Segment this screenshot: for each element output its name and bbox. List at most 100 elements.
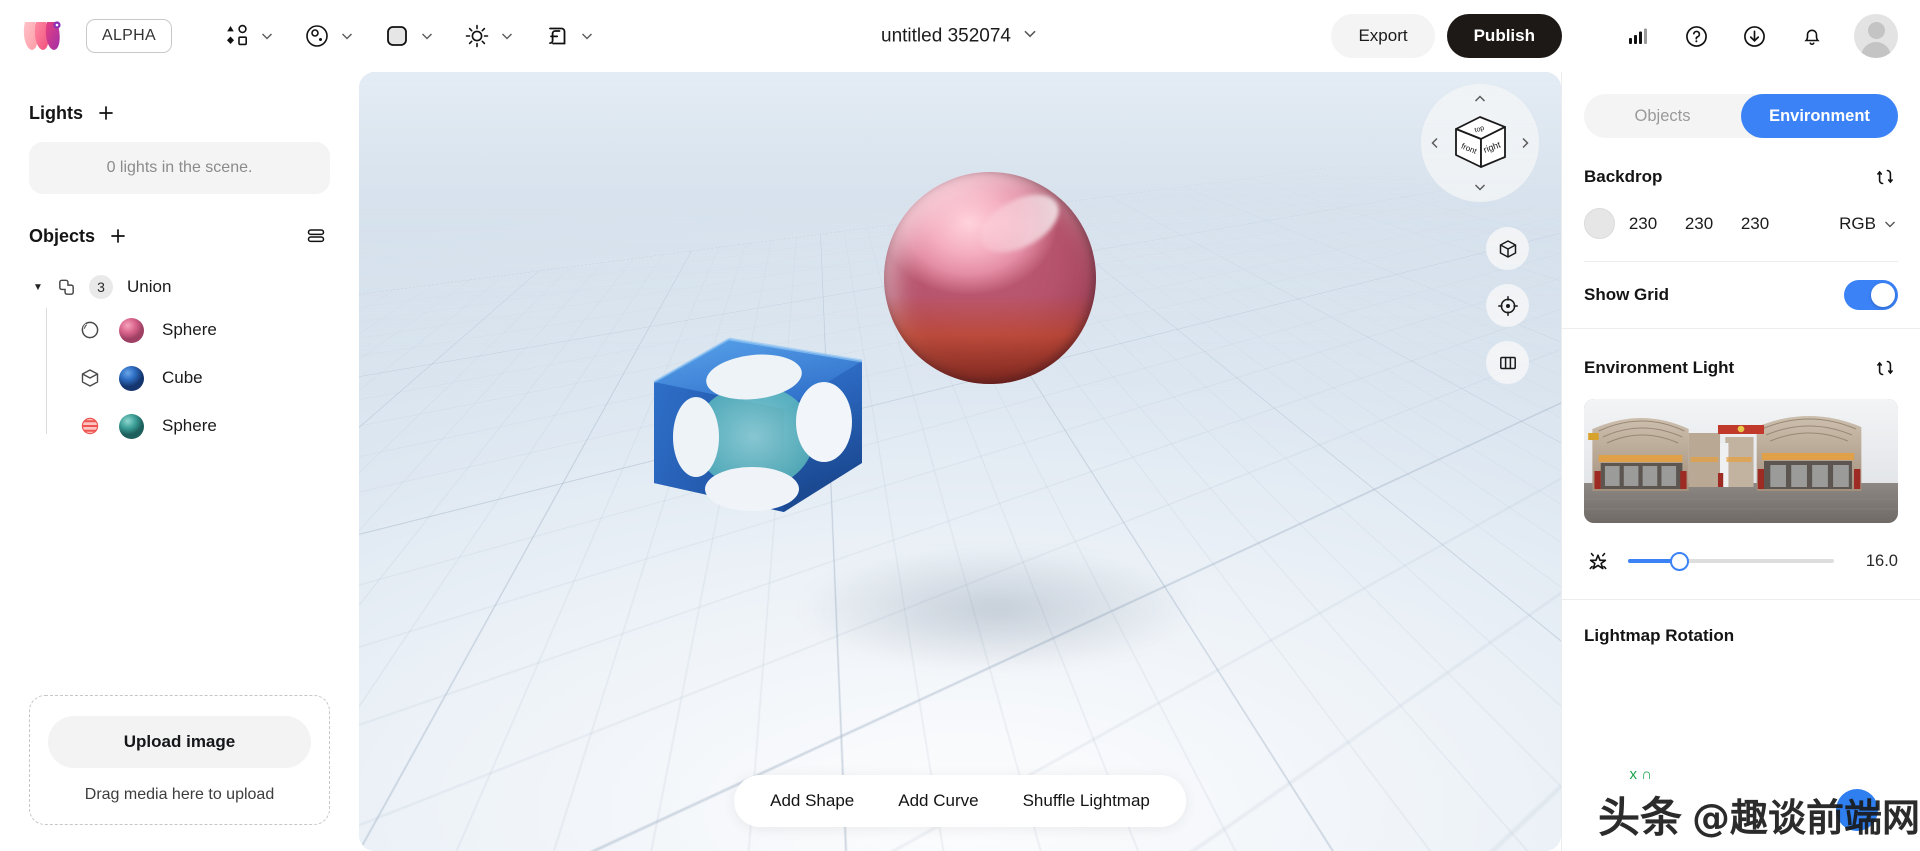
viewport-3d[interactable]: front right top Add Shape Add Curve Shuf… xyxy=(359,72,1561,851)
environment-light-header: Environment Light xyxy=(1584,355,1898,381)
material-swatch[interactable] xyxy=(119,413,144,439)
backdrop-r-value[interactable]: 230 xyxy=(1615,214,1671,234)
panels-button[interactable] xyxy=(1486,341,1529,384)
reset-icon[interactable] xyxy=(1872,164,1898,190)
view-right-arrow-icon[interactable] xyxy=(1516,134,1534,152)
app-header: ALPHA untitled 352074 Export Publish xyxy=(0,0,1920,72)
objects-section-header: Objects xyxy=(29,222,330,250)
list-item[interactable]: Sphere xyxy=(47,306,330,354)
chevron-down-icon[interactable] xyxy=(1021,25,1039,48)
brand-logo[interactable]: ALPHA xyxy=(22,19,172,53)
list-item[interactable]: Cube xyxy=(47,354,330,402)
backdrop-b-value[interactable]: 230 xyxy=(1727,214,1783,234)
view-cube[interactable]: front right top xyxy=(1421,84,1539,202)
backdrop-tool[interactable] xyxy=(380,19,438,53)
viewport-container: front right top Add Shape Add Curve Shuf… xyxy=(359,72,1561,851)
layers-icon[interactable] xyxy=(302,222,330,250)
chevron-down-icon[interactable] xyxy=(576,25,598,47)
shapes-icon[interactable] xyxy=(220,19,254,53)
lights-empty-state: 0 lights in the scene. xyxy=(29,142,330,194)
backdrop-g-value[interactable]: 230 xyxy=(1671,214,1727,234)
effects-tool[interactable] xyxy=(540,19,598,53)
focus-target-button[interactable] xyxy=(1486,284,1529,327)
fx-icon[interactable] xyxy=(540,19,574,53)
reset-icon[interactable] xyxy=(1872,355,1898,381)
rounded-square-icon[interactable] xyxy=(380,19,414,53)
add-light-button[interactable] xyxy=(93,100,119,126)
object-tree: ▼ 3 Union Sphere Cube Sphere xyxy=(29,268,330,450)
upload-dropzone[interactable]: Upload image Drag media here to upload xyxy=(29,695,330,825)
backdrop-title: Backdrop xyxy=(1584,167,1663,186)
hdri-thumbnail[interactable] xyxy=(1584,399,1898,523)
cube-outline-icon xyxy=(77,365,103,391)
alpha-badge[interactable]: ALPHA xyxy=(86,19,172,53)
signal-bars-icon[interactable] xyxy=(1618,16,1658,56)
watermark-x-mark: x ∩ xyxy=(1629,766,1652,783)
backdrop-section: Backdrop 230 230 230 RGB xyxy=(1562,138,1920,262)
brightness-slider[interactable] xyxy=(1628,551,1834,571)
view-up-arrow-icon[interactable] xyxy=(1471,90,1489,108)
object-name: Cube xyxy=(162,368,203,387)
add-curve-button[interactable]: Add Curve xyxy=(876,781,1000,821)
striped-sphere-icon xyxy=(77,413,103,439)
disclosure-triangle-icon[interactable]: ▼ xyxy=(29,278,47,296)
shapes-tool[interactable] xyxy=(220,19,278,53)
download-circle-icon[interactable] xyxy=(1734,16,1774,56)
brightness-star-icon xyxy=(1584,547,1612,575)
view-left-arrow-icon[interactable] xyxy=(1426,134,1444,152)
tab-objects[interactable]: Objects xyxy=(1584,94,1741,138)
document-title[interactable]: untitled 352074 xyxy=(881,25,1039,48)
perspective-box-button[interactable] xyxy=(1486,227,1529,270)
upload-image-button[interactable]: Upload image xyxy=(48,716,311,768)
avatar[interactable] xyxy=(1854,14,1898,58)
slider-thumb[interactable] xyxy=(1670,551,1689,571)
chevron-down-icon[interactable] xyxy=(336,25,358,47)
sun-icon[interactable] xyxy=(460,19,494,53)
export-button[interactable]: Export xyxy=(1331,14,1435,58)
add-shape-button[interactable]: Add Shape xyxy=(748,781,876,821)
material-swatch[interactable] xyxy=(119,317,144,343)
lights-title: Lights xyxy=(29,102,83,123)
object-name: Sphere xyxy=(162,416,217,435)
womp-logo-icon xyxy=(22,19,68,53)
objects-title: Objects xyxy=(29,225,96,246)
pink-sphere-object[interactable] xyxy=(884,172,1096,384)
sphere-rim-shading xyxy=(884,172,1096,384)
light-tool[interactable] xyxy=(460,19,518,53)
shuffle-lightmap-button[interactable]: Shuffle Lightmap xyxy=(1001,781,1172,821)
viewport-side-buttons xyxy=(1486,227,1529,384)
help-circle-icon[interactable] xyxy=(1676,16,1716,56)
chevron-down-icon[interactable] xyxy=(416,25,438,47)
publish-button[interactable]: Publish xyxy=(1446,14,1562,58)
color-mode-select[interactable]: RGB xyxy=(1839,214,1898,234)
tree-row[interactable]: ▼ 3 Union xyxy=(29,268,330,306)
upload-hint-text: Drag media here to upload xyxy=(84,786,275,803)
bell-icon[interactable] xyxy=(1792,16,1832,56)
material-swatch[interactable] xyxy=(119,365,144,391)
chevron-down-icon xyxy=(1885,221,1895,227)
show-grid-row: Show Grid xyxy=(1562,262,1920,328)
add-object-button[interactable] xyxy=(105,223,131,249)
backdrop-color-swatch[interactable] xyxy=(1584,208,1615,239)
lights-empty-text: 0 lights in the scene. xyxy=(106,159,253,176)
child-count-badge: 3 xyxy=(89,275,113,299)
union-cube-object[interactable] xyxy=(634,287,884,537)
object-name: Union xyxy=(127,277,172,296)
list-item[interactable]: Sphere xyxy=(47,402,330,450)
tab-environment[interactable]: Environment xyxy=(1741,94,1898,138)
chevron-down-icon[interactable] xyxy=(256,25,278,47)
show-grid-toggle[interactable] xyxy=(1844,280,1898,310)
view-down-arrow-icon[interactable] xyxy=(1471,178,1489,196)
material-tool[interactable] xyxy=(300,19,358,53)
panel-tabs: Objects Environment xyxy=(1584,94,1898,138)
backdrop-header: Backdrop xyxy=(1584,164,1898,190)
material-sphere-icon[interactable] xyxy=(300,19,334,53)
chevron-down-icon[interactable] xyxy=(496,25,518,47)
environment-light-section: Environment Light xyxy=(1562,329,1920,381)
viewport-bottom-bar: Add Shape Add Curve Shuffle Lightmap xyxy=(734,775,1186,827)
tree-children: Sphere Cube Sphere xyxy=(29,306,330,450)
union-icon xyxy=(53,274,79,300)
page-title: untitled 352074 xyxy=(881,25,1011,46)
scene-objects xyxy=(359,72,1561,851)
brightness-value[interactable]: 16.0 xyxy=(1850,552,1898,571)
